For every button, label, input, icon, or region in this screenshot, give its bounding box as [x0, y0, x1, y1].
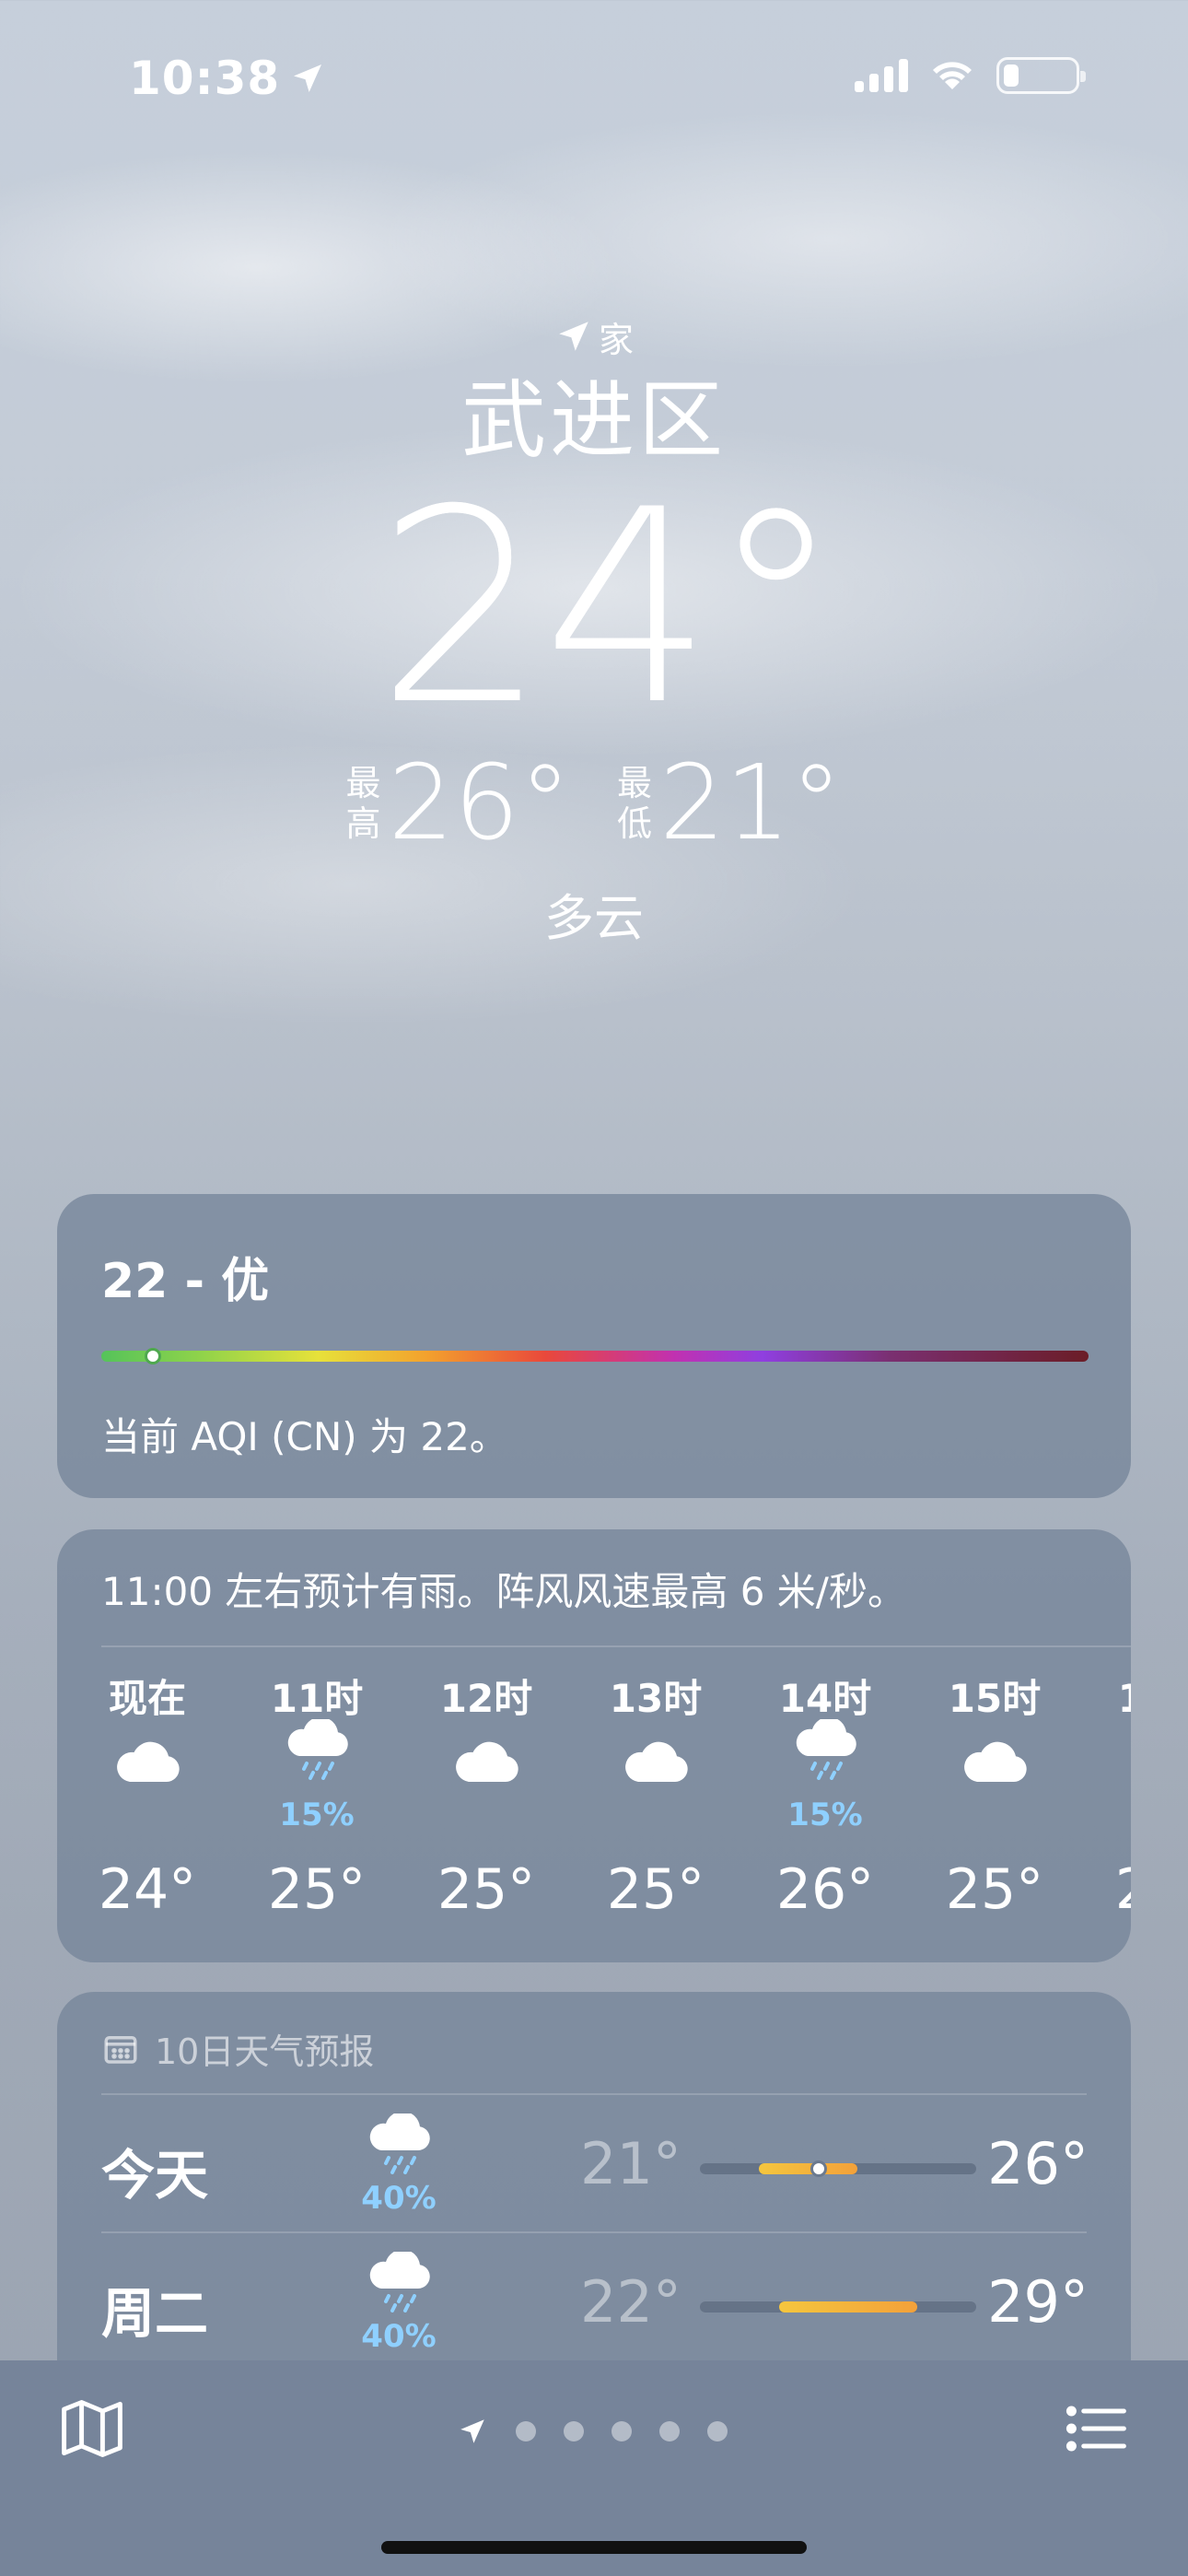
- hour-temp: 25°: [1095, 1857, 1131, 1922]
- cloud-rain-icon: [756, 1719, 894, 1793]
- hour-temp: 25°: [945, 1857, 1044, 1922]
- hourly-summary: 11:00 左右预计有雨。阵风风速最高 6 米/秒。: [101, 1569, 906, 1614]
- hour-temp: 24°: [98, 1857, 197, 1922]
- battery-icon: [996, 57, 1086, 94]
- cellular-signal-icon: [855, 59, 908, 92]
- calendar-icon: [104, 2035, 137, 2064]
- current-temp-marker: [809, 2160, 827, 2177]
- hour-temp: 25°: [606, 1857, 705, 1922]
- hourly-item: 16时 25°: [1095, 1668, 1131, 1926]
- location-arrow-icon: [559, 322, 588, 351]
- location-label: 家: [0, 313, 1188, 360]
- hour-label: 13时: [609, 1676, 703, 1721]
- hourly-item: 15时 25°: [926, 1668, 1064, 1926]
- clock-text: 10:38: [129, 52, 281, 105]
- high-temp: 最 高 26°: [345, 748, 571, 859]
- low-label: 最 低: [617, 763, 653, 844]
- current-temperature: 24°: [376, 453, 843, 764]
- cloud-icon: [926, 1739, 1064, 1813]
- page-dot: [707, 2421, 728, 2441]
- hour-temp: 25°: [267, 1857, 367, 1922]
- hourly-item: 13时 25°: [587, 1668, 725, 1926]
- cloud-icon: [587, 1739, 725, 1813]
- hour-temp: 25°: [437, 1857, 536, 1922]
- status-time: 10:38: [129, 52, 326, 105]
- cloud-icon: [78, 1739, 216, 1813]
- list-icon[interactable]: [1061, 2394, 1131, 2464]
- hourly-item: 11时 15% 25°: [248, 1668, 386, 1926]
- temp-range-bar: [700, 2160, 976, 2177]
- aqi-title: 22 - 优: [101, 1254, 270, 1309]
- hourly-item: 12时 25°: [417, 1668, 555, 1926]
- cloud-icon: [417, 1739, 555, 1813]
- day-low: 21°: [580, 2130, 681, 2197]
- page-indicator[interactable]: [457, 2416, 728, 2447]
- cloud-rain-icon: [357, 2252, 440, 2325]
- map-icon[interactable]: [57, 2394, 127, 2464]
- daily-row[interactable]: 周二 40% 22° 29°: [101, 2233, 1089, 2371]
- aqi-scale-bar: [101, 1348, 1089, 1364]
- air-quality-card[interactable]: 22 - 优 当前 AQI (CN) 为 22。: [57, 1194, 1131, 1498]
- precip-chance: 15%: [279, 1797, 355, 1833]
- hour-label: 现在: [108, 1676, 186, 1721]
- location-arrow-icon: [460, 2419, 484, 2443]
- ten-day-header: 10日天气预报: [101, 2023, 374, 2074]
- low-value: 21°: [659, 744, 843, 863]
- page-dot: [564, 2421, 584, 2441]
- cloud-rain-icon: [248, 1719, 386, 1793]
- temp-range-fill: [778, 2301, 917, 2313]
- hourly-forecast-card[interactable]: 11:00 左右预计有雨。阵风风速最高 6 米/秒。 现在 24° 11时 15% 25…: [57, 1529, 1131, 1962]
- hour-label: 11时: [270, 1676, 364, 1721]
- wifi-icon: [933, 62, 972, 89]
- day-low: 22°: [580, 2268, 681, 2336]
- aqi-indicator: [145, 1348, 162, 1364]
- high-value: 26°: [388, 744, 571, 863]
- day-high: 26°: [987, 2130, 1089, 2197]
- hour-label: 15时: [948, 1676, 1042, 1721]
- high-label: 最 高: [345, 763, 381, 844]
- temp-range-fill: [759, 2163, 858, 2174]
- day-high: 29°: [987, 2268, 1089, 2336]
- page-dot: [659, 2421, 680, 2441]
- precip-chance: 15%: [787, 1797, 863, 1833]
- divider: [101, 1645, 1131, 1647]
- low-temp: 最 低 21°: [617, 748, 843, 859]
- day-name: 周二: [101, 2282, 209, 2345]
- hourly-item: 14时 15% 26°: [756, 1668, 894, 1926]
- condition-text: 多云: [544, 889, 644, 947]
- status-icons: [855, 57, 1086, 94]
- ten-day-title: 10日天气预报: [155, 2032, 375, 2072]
- hour-temp: 26°: [775, 1857, 875, 1922]
- hourly-item: 现在 24°: [78, 1668, 216, 1926]
- high-low: 最 高 26° 最 低 21°: [0, 748, 1188, 859]
- cloud-icon: [1095, 1739, 1131, 1813]
- status-bar: 10:38: [0, 0, 1188, 157]
- temp-range-bar: [700, 2301, 976, 2313]
- day-name: 今天: [101, 2144, 209, 2207]
- home-indicator[interactable]: [381, 2541, 807, 2554]
- aqi-description: 当前 AQI (CN) 为 22。: [101, 1414, 508, 1459]
- hour-label: 16时: [1095, 1668, 1131, 1724]
- current-weather: 家 武进区 24° 最 高 26° 最 低 21° 多云: [0, 313, 1188, 950]
- precip-chance: 40%: [361, 2318, 437, 2355]
- page-dot: [611, 2421, 632, 2441]
- hour-label: 12时: [439, 1676, 533, 1721]
- cloud-rain-icon: [357, 2113, 440, 2187]
- location-arrow-icon: [294, 64, 322, 92]
- precip-chance: 40%: [361, 2180, 437, 2217]
- daily-row[interactable]: 今天 40% 21° 26°: [101, 2095, 1089, 2233]
- page-dot: [516, 2421, 536, 2441]
- hour-label: 14时: [778, 1676, 872, 1721]
- location-name: 家: [598, 319, 634, 360]
